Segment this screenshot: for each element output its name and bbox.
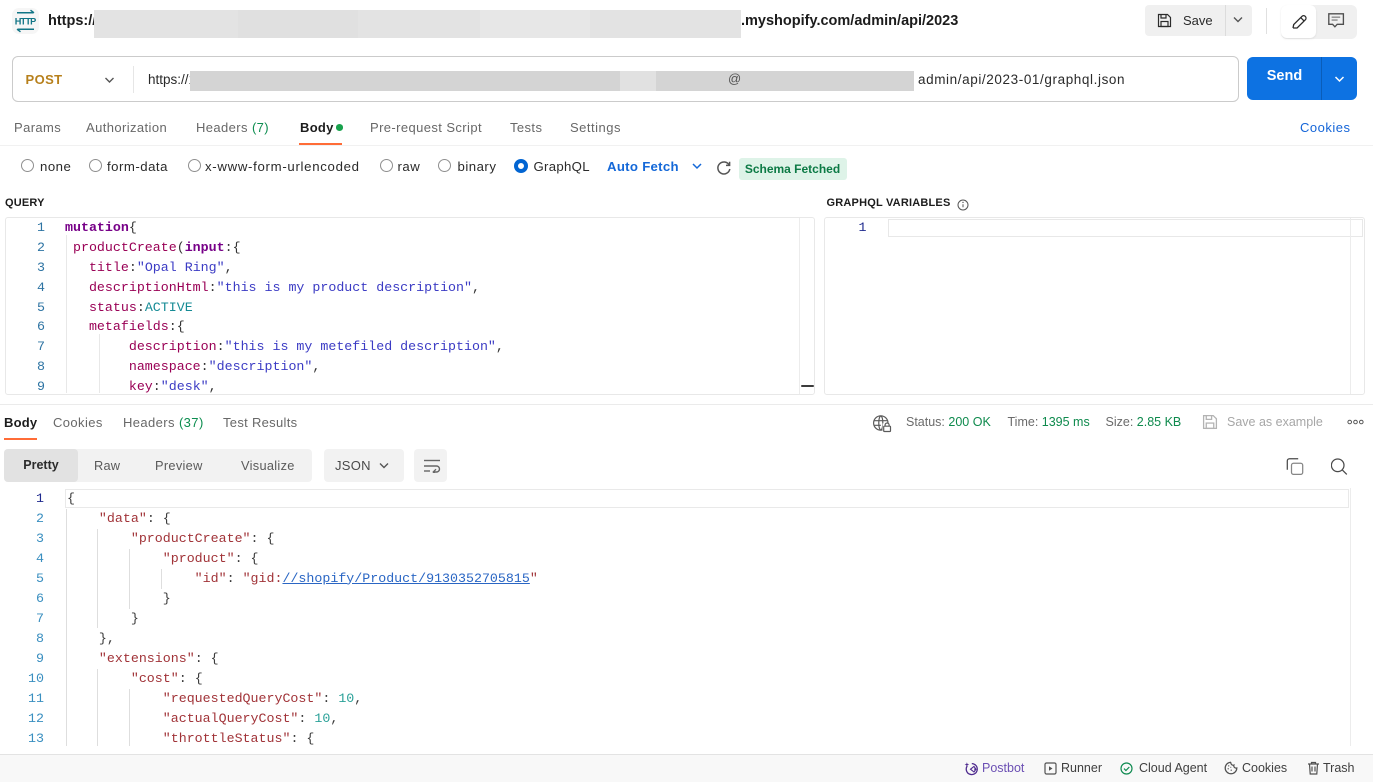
svg-text:HTTP: HTTP: [15, 16, 37, 26]
